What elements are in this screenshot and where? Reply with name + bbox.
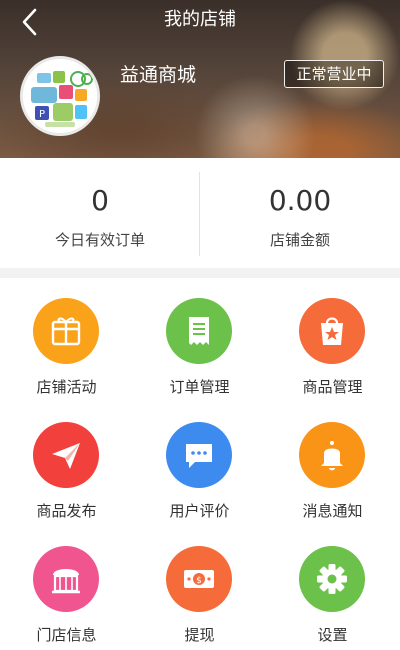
chat-bubble-icon xyxy=(166,422,232,488)
menu-store-activity[interactable]: 店铺活动 xyxy=(0,278,133,402)
receipt-icon xyxy=(166,298,232,364)
gift-box-icon xyxy=(33,298,99,364)
paper-plane-icon xyxy=(33,422,99,488)
menu-order-management[interactable]: 订单管理 xyxy=(133,278,266,402)
menu-label: 消息通知 xyxy=(302,502,363,520)
page-title: 我的店铺 xyxy=(164,9,236,30)
shop-name: 益通商城 xyxy=(120,64,197,86)
stat-value: 0 xyxy=(91,184,109,217)
store-status-badge[interactable]: 正常营业中 xyxy=(284,60,384,88)
menu-user-reviews[interactable]: 用户评价 xyxy=(133,402,266,526)
stat-value: 0.00 xyxy=(268,184,332,217)
menu-label: 提现 xyxy=(184,626,215,644)
svg-text:$: $ xyxy=(196,576,202,586)
menu-label: 店铺活动 xyxy=(36,378,97,396)
menu-label: 订单管理 xyxy=(169,378,230,396)
menu-label: 商品发布 xyxy=(36,502,97,520)
stat-label: 今日有效订单 xyxy=(54,231,145,249)
menu-notifications[interactable]: 消息通知 xyxy=(266,402,399,526)
stat-store-balance[interactable]: 0.00 店铺金额 xyxy=(200,158,400,268)
stat-label: 店铺金额 xyxy=(269,231,330,249)
store-header: 我的店铺 P 益通商城 正常营业中 xyxy=(0,0,400,158)
store-stats: 0 今日有效订单 0.00 店铺金额 xyxy=(0,158,400,268)
menu-label: 用户评价 xyxy=(169,502,230,520)
store-page: 我的店铺 P 益通商城 正常营业中 0 今日有效订单 0.00 店铺金额 店铺活… xyxy=(0,0,400,650)
store-logo[interactable]: P xyxy=(20,56,100,136)
menu-withdraw[interactable]: $ 提现 xyxy=(133,526,266,650)
menu-store-info[interactable]: 门店信息 xyxy=(0,526,133,650)
storefront-icon xyxy=(33,546,99,612)
store-logo-illustration-icon: P xyxy=(23,59,97,133)
banknote-icon: $ xyxy=(166,546,232,612)
menu-settings[interactable]: 设置 xyxy=(266,526,399,650)
menu-label: 设置 xyxy=(317,626,348,644)
menu-publish-product[interactable]: 商品发布 xyxy=(0,402,133,526)
menu-product-management[interactable]: 商品管理 xyxy=(266,278,399,402)
stat-today-orders[interactable]: 0 今日有效订单 xyxy=(0,158,200,268)
function-grid: 店铺活动 订单管理 商品管理 商品发布 用户评价 消息通知 门店信息 $ 提现 … xyxy=(0,278,400,650)
shopping-bag-icon xyxy=(299,298,365,364)
bell-icon xyxy=(299,422,365,488)
menu-label: 门店信息 xyxy=(36,626,97,644)
svg-text:P: P xyxy=(39,109,45,120)
menu-label: 商品管理 xyxy=(302,378,363,396)
gear-icon xyxy=(299,546,365,612)
